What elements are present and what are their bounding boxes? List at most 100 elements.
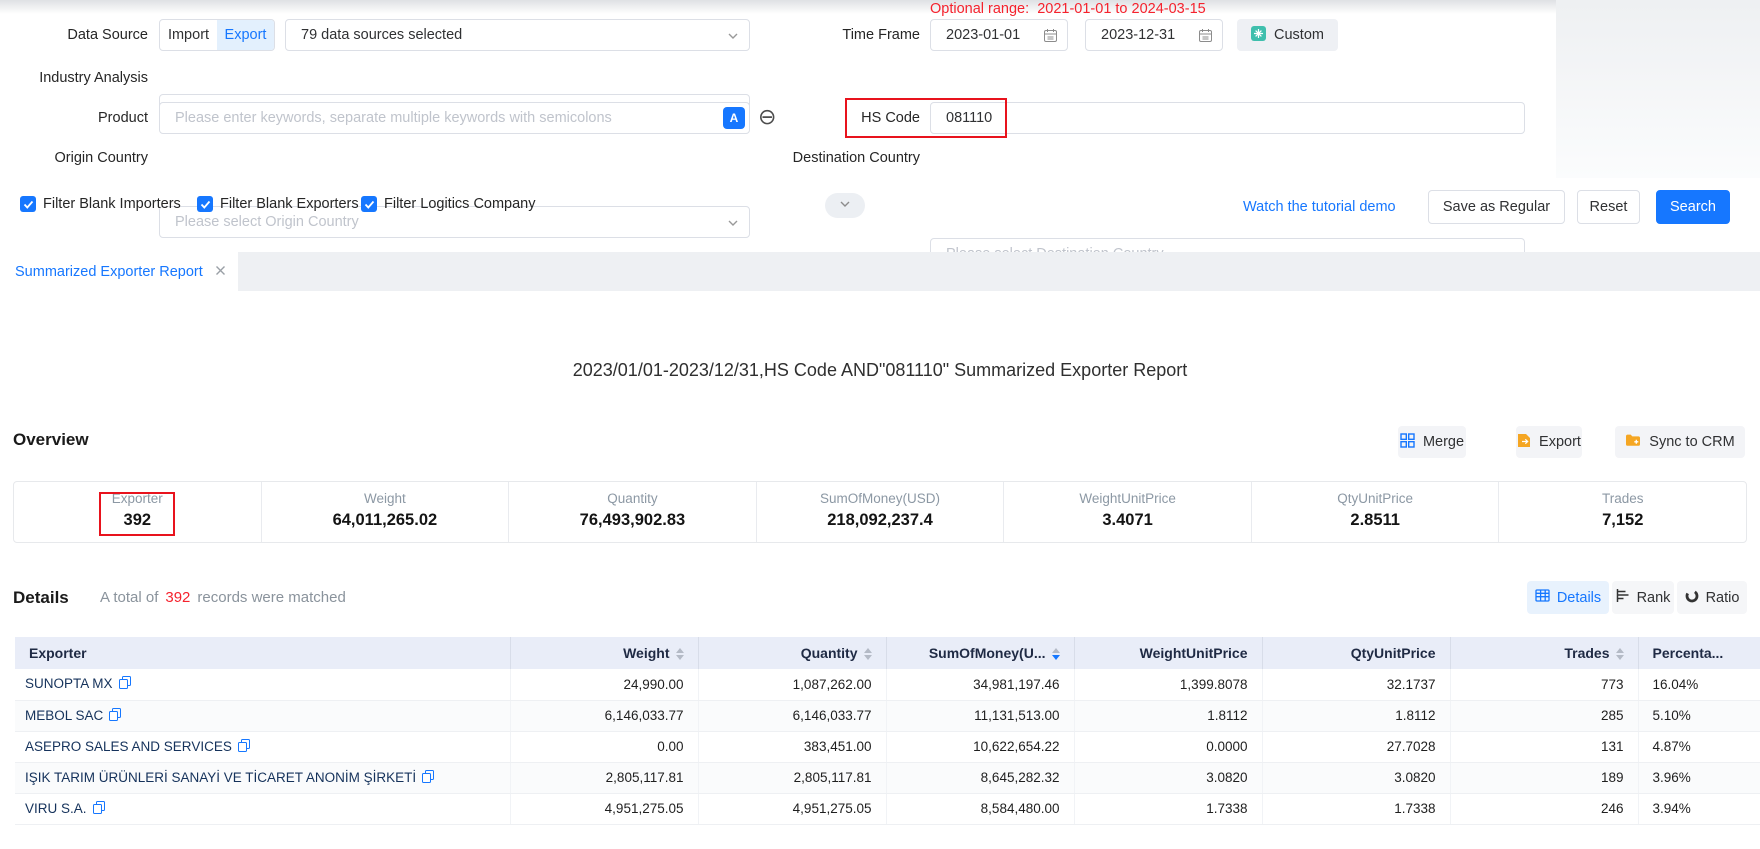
stat-sumofmoney-usd: SumOfMoney(USD)218,092,237.4 — [756, 482, 1004, 542]
start-date-field[interactable] — [930, 19, 1068, 51]
product-field[interactable]: A — [159, 102, 750, 134]
cell-percenta: 4.87% — [1638, 731, 1760, 762]
column-header-trades[interactable]: Trades — [1450, 637, 1638, 669]
tab-label: Summarized Exporter Report — [15, 264, 203, 280]
tab-bar: Summarized Exporter Report — [0, 252, 1760, 291]
export-report-button[interactable]: Export — [1516, 426, 1582, 458]
exporter-link[interactable]: MEBOL SAC — [25, 708, 103, 723]
tab-summarized-exporter-report[interactable]: Summarized Exporter Report — [0, 252, 238, 291]
match-count: 392 — [165, 589, 190, 606]
report-title: 2023/01/01-2023/12/31,HS Code AND"081110… — [0, 360, 1760, 381]
exporter-link[interactable]: ASEPRO SALES AND SERVICES — [25, 739, 232, 754]
copy-icon[interactable] — [119, 676, 131, 692]
product-label: Product — [0, 108, 148, 128]
table-row: MEBOL SAC6,146,033.776,146,033.7711,131,… — [15, 700, 1760, 731]
search-button[interactable]: Search — [1656, 190, 1730, 224]
import-button[interactable]: Import — [160, 20, 217, 50]
checkbox-checked-icon — [20, 196, 36, 212]
stat-value: 3.4071 — [1004, 511, 1251, 530]
column-header-weight[interactable]: Weight — [510, 637, 698, 669]
details-table: ExporterWeightQuantitySumOfMoney(U...Wei… — [15, 637, 1760, 825]
sort-icon[interactable] — [1616, 648, 1624, 660]
cell-weight: 2,805,117.81 — [510, 762, 698, 793]
destination-country-label: Destination Country — [742, 148, 920, 168]
origin-country-placeholder: Please select Origin Country — [175, 214, 359, 230]
sort-icon[interactable] — [864, 648, 872, 660]
data-sources-select[interactable]: 79 data sources selected — [285, 19, 750, 51]
checkbox-label: Filter Blank Importers — [43, 196, 181, 212]
sort-icon[interactable] — [1052, 648, 1060, 660]
exporter-link[interactable]: VIRU S.A. — [25, 801, 87, 816]
close-icon[interactable] — [215, 263, 226, 281]
cell-trades: 246 — [1450, 793, 1638, 824]
time-frame-label: Time Frame — [772, 25, 920, 45]
tutorial-link[interactable]: Watch the tutorial demo — [1243, 199, 1396, 215]
cell-weightunitprice: 1,399.8078 — [1074, 669, 1262, 700]
cell-weight: 6,146,033.77 — [510, 700, 698, 731]
stat-value: 7,152 — [1499, 511, 1746, 530]
cell-qtyunitprice: 3.0820 — [1262, 762, 1450, 793]
stat-label: Trades — [1499, 491, 1746, 506]
save-as-regular-button[interactable]: Save as Regular — [1428, 190, 1565, 224]
copy-icon[interactable] — [422, 770, 434, 786]
checkbox-label: Filter Blank Exporters — [220, 196, 359, 212]
exporter-link[interactable]: IŞIK TARIM ÜRÜNLERİ SANAYİ VE TİCARET AN… — [25, 770, 416, 785]
merge-button[interactable]: Merge — [1398, 426, 1466, 458]
cell-quantity: 2,805,117.81 — [698, 762, 886, 793]
stat-label: WeightUnitPrice — [1004, 491, 1251, 506]
stat-weightunitprice: WeightUnitPrice 3.4071 — [1003, 482, 1251, 542]
view-ratio-button[interactable]: Ratio — [1677, 581, 1747, 614]
custom-range-button[interactable]: Custom — [1237, 19, 1338, 51]
hs-code-field[interactable] — [930, 102, 1525, 134]
column-label: Quantity — [801, 645, 858, 661]
view-rank-button[interactable]: Rank — [1612, 581, 1674, 614]
filter-blank-exporters-checkbox[interactable]: Filter Blank Exporters — [197, 196, 359, 212]
copy-icon[interactable] — [93, 801, 105, 817]
cell-sumofmoney-u: 34,981,197.46 — [886, 669, 1074, 700]
cell-qtyunitprice: 1.8112 — [1262, 700, 1450, 731]
exporter-link[interactable]: SUNOPTA MX — [25, 676, 113, 691]
column-header-sumofmoney-u[interactable]: SumOfMoney(U... — [886, 637, 1074, 669]
cell-percenta: 5.10% — [1638, 700, 1760, 731]
collapse-filters-button[interactable] — [825, 193, 865, 218]
filter-blank-importers-checkbox[interactable]: Filter Blank Importers — [20, 196, 181, 212]
cell-sumofmoney-u: 11,131,513.00 — [886, 700, 1074, 731]
match-suffix: records were matched — [197, 589, 345, 606]
cell-qtyunitprice: 1.7338 — [1262, 793, 1450, 824]
cell-weight: 24,990.00 — [510, 669, 698, 700]
column-label: Trades — [1564, 645, 1609, 661]
checkbox-checked-icon — [361, 196, 377, 212]
optional-range-text: Optional range: 2021-01-01 to 2024-03-15 — [930, 1, 1206, 17]
stat-value: 218,092,237.4 — [757, 511, 1004, 530]
copy-icon[interactable] — [238, 739, 250, 755]
cell-weightunitprice: 3.0820 — [1074, 762, 1262, 793]
export-button[interactable]: Export — [217, 20, 274, 50]
filter-logitics-company-checkbox[interactable]: Filter Logitics Company — [361, 196, 536, 212]
view-ratio-label: Ratio — [1706, 590, 1740, 606]
reset-button[interactable]: Reset — [1577, 190, 1640, 224]
column-header-quantity[interactable]: Quantity — [698, 637, 886, 669]
end-date-field[interactable] — [1085, 19, 1223, 51]
custom-icon — [1251, 26, 1266, 45]
details-heading: Details — [13, 588, 69, 608]
checkbox-checked-icon — [197, 196, 213, 212]
view-details-button[interactable]: Details — [1527, 581, 1609, 614]
app-root: Optional range: 2021-01-01 to 2024-03-15… — [0, 0, 1760, 849]
column-label: WeightUnitPrice — [1140, 645, 1248, 661]
details-table-icon — [1535, 589, 1550, 606]
stat-value: 76,493,902.83 — [509, 511, 756, 530]
column-label: Weight — [623, 645, 669, 661]
cell-trades: 189 — [1450, 762, 1638, 793]
merge-label: Merge — [1423, 434, 1464, 450]
translate-icon[interactable]: A — [723, 107, 745, 129]
stat-quantity: Quantity76,493,902.83 — [508, 482, 756, 542]
sort-icon[interactable] — [676, 648, 684, 660]
rank-chart-icon — [1616, 589, 1630, 606]
stat-label: Exporter — [14, 491, 261, 506]
export-report-label: Export — [1539, 434, 1581, 450]
table-row: ASEPRO SALES AND SERVICES0.00383,451.001… — [15, 731, 1760, 762]
product-keywords-input[interactable] — [159, 102, 750, 134]
sync-to-crm-button[interactable]: Sync to CRM — [1615, 426, 1745, 458]
copy-icon[interactable] — [109, 708, 121, 724]
hs-code-input[interactable] — [930, 102, 1525, 134]
